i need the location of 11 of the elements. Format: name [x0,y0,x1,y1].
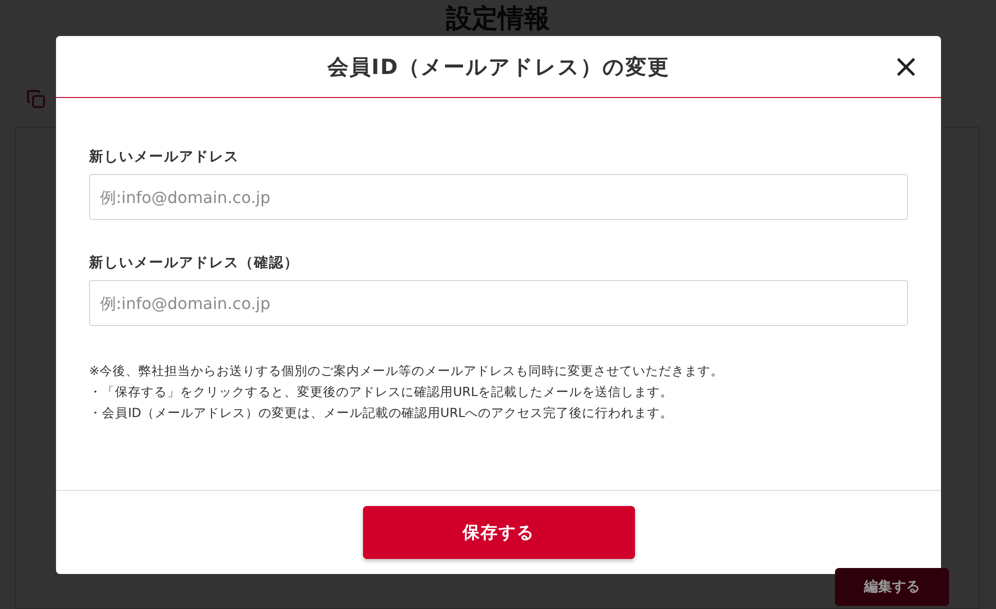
note-text: ※今後、弊社担当からお送りする個別のご案内メール等のメールアドレスも同時に変更させていただきます。 [89,362,724,379]
note-text: ・「保存する」をクリックすると、変更後のアドレスに確認用URLを記載したメールを送信します。 [89,383,674,400]
close-button[interactable]: × [891,51,921,81]
email-field[interactable]: 例:info@domain.co.jp [89,174,908,220]
email-field[interactable]: 例:info@domain.co.jp [89,280,908,326]
edit-button[interactable]: 編集する [835,568,949,606]
dialog-title: 会員ID（メールアドレス）の変更 [327,54,670,80]
save-button[interactable]: 保存する [362,506,634,559]
note-text: ・会員ID（メールアドレス）の変更は、メール記載の確認用URLへのアクセス完了後に行われます。 [89,404,674,421]
field-label: 新しいメールアドレス（確認） [89,254,300,272]
field-label: 新しいメールアドレス [89,148,240,166]
